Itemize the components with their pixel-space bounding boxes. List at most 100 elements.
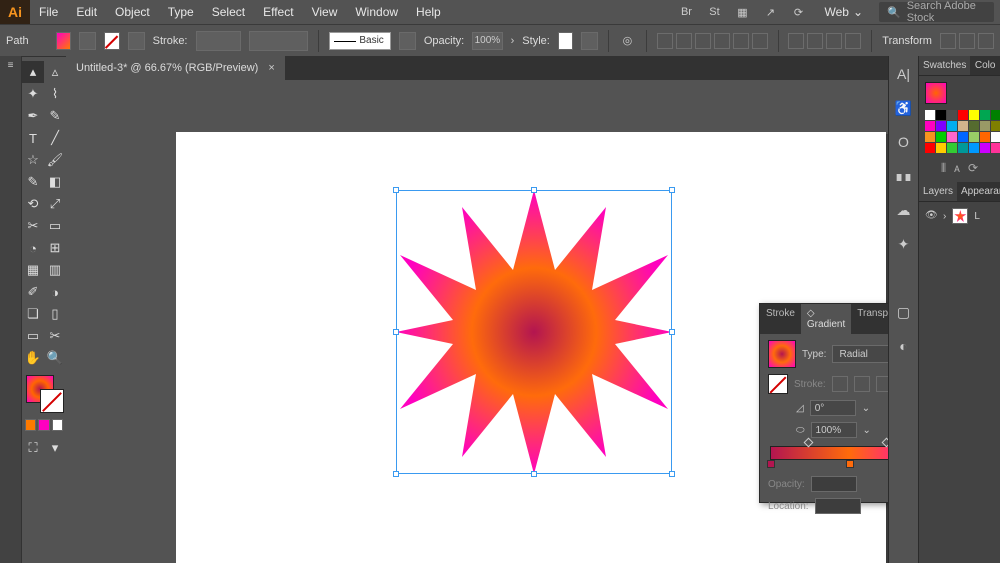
- color-mode-3[interactable]: [52, 419, 63, 431]
- layer-row[interactable]: 👁 › L: [919, 202, 1000, 230]
- swatch-cell[interactable]: [947, 110, 957, 120]
- color-panel-icon[interactable]: ◐: [894, 336, 914, 356]
- menu-view[interactable]: View: [303, 0, 347, 24]
- swatch-cell[interactable]: [991, 143, 1000, 153]
- dist-3-icon[interactable]: [826, 33, 842, 49]
- stroke-grad-2-icon[interactable]: [854, 376, 870, 392]
- angle-input[interactable]: 0°: [810, 400, 856, 416]
- layer-name[interactable]: L: [974, 211, 980, 222]
- transform-1-icon[interactable]: [940, 33, 956, 49]
- menu-edit[interactable]: Edit: [67, 0, 106, 24]
- swatch-cell[interactable]: [936, 132, 946, 142]
- rectangle-tool-icon[interactable]: ☆: [22, 149, 44, 171]
- selection-box[interactable]: [396, 190, 672, 474]
- swatch-cell[interactable]: [991, 110, 1000, 120]
- swatch-cell[interactable]: [958, 132, 968, 142]
- swatch-cell[interactable]: [980, 121, 990, 131]
- width-tool-icon[interactable]: ✂: [22, 215, 44, 237]
- change-screen-icon[interactable]: ▾: [44, 437, 66, 459]
- tab-transparency[interactable]: Transparen: [851, 304, 888, 334]
- tab-stroke[interactable]: Stroke: [760, 304, 801, 334]
- fill-stroke-control[interactable]: [24, 373, 64, 413]
- swatch-cell[interactable]: [969, 121, 979, 131]
- gradient-preview[interactable]: [768, 340, 796, 368]
- scale-tool-icon[interactable]: ⤢: [44, 193, 66, 215]
- swatch-cell[interactable]: [980, 143, 990, 153]
- gradient-stop-2[interactable]: [846, 460, 854, 468]
- swatch-cell[interactable]: [936, 110, 946, 120]
- free-transform-tool-icon[interactable]: ▭: [44, 215, 66, 237]
- stroke-grad-1-icon[interactable]: [832, 376, 848, 392]
- symbol-sprayer-tool-icon[interactable]: ❏: [22, 303, 44, 325]
- menu-object[interactable]: Object: [106, 0, 159, 24]
- tab-appearance[interactable]: Appearanc: [957, 182, 1000, 201]
- swatch-btn-2-icon[interactable]: ᴀ: [954, 161, 960, 176]
- eye-icon[interactable]: 👁: [925, 210, 937, 222]
- swatch-cell[interactable]: [958, 143, 968, 153]
- gradient-type-select[interactable]: Radial⌄: [832, 345, 888, 363]
- handle-bl[interactable]: [393, 471, 399, 477]
- swatches-panel-icon[interactable]: ▢: [894, 302, 914, 322]
- zoom-tool-icon[interactable]: 🔍: [44, 347, 66, 369]
- align-hcenter-icon[interactable]: [676, 33, 692, 49]
- swatch-cell[interactable]: [936, 121, 946, 131]
- document-tab[interactable]: Untitled-3* @ 66.67% (RGB/Preview) ×: [66, 56, 285, 80]
- swatch-cell[interactable]: [958, 110, 968, 120]
- fill-swatch[interactable]: [56, 32, 71, 50]
- color-mode-1[interactable]: [25, 419, 36, 431]
- symbols-panel-icon[interactable]: ✦: [894, 234, 914, 254]
- gradient-slider[interactable]: [770, 446, 888, 460]
- swatch-btn-3-icon[interactable]: ⟳: [968, 161, 978, 176]
- swatch-cell[interactable]: [969, 132, 979, 142]
- transform-label[interactable]: Transform: [882, 35, 932, 47]
- menu-window[interactable]: Window: [346, 0, 407, 24]
- slice-tool-icon[interactable]: ✂: [44, 325, 66, 347]
- gradient-stop-1[interactable]: [767, 460, 775, 468]
- screen-mode-icon[interactable]: ⛶: [22, 437, 44, 459]
- gradient-stroke-icon[interactable]: [768, 374, 788, 394]
- hand-tool-icon[interactable]: ✋: [22, 347, 44, 369]
- swatch-cell[interactable]: [947, 121, 957, 131]
- line-tool-icon[interactable]: ╱: [44, 127, 66, 149]
- menu-file[interactable]: File: [30, 0, 67, 24]
- direct-selection-tool-icon[interactable]: ▵: [44, 61, 66, 83]
- style-dropdown[interactable]: [581, 32, 598, 50]
- menu-select[interactable]: Select: [203, 0, 254, 24]
- brush-definition[interactable]: Basic: [329, 32, 391, 50]
- handle-tm[interactable]: [531, 187, 537, 193]
- toolbox-stroke-icon[interactable]: [40, 389, 64, 413]
- swatch-cell[interactable]: [969, 110, 979, 120]
- bridge-icon[interactable]: Br: [676, 2, 696, 22]
- type-tool-icon[interactable]: T: [22, 127, 44, 149]
- grad-location-input[interactable]: [815, 498, 861, 514]
- align-bottom-icon[interactable]: [752, 33, 768, 49]
- paragraph-panel-icon[interactable]: ♿: [894, 98, 914, 118]
- color-mode-2[interactable]: [38, 419, 49, 431]
- shape-builder-tool-icon[interactable]: ◔: [22, 237, 44, 259]
- perspective-tool-icon[interactable]: ⊞: [44, 237, 66, 259]
- current-swatch[interactable]: [925, 82, 947, 104]
- align-right-icon[interactable]: [695, 33, 711, 49]
- stock-icon[interactable]: St: [704, 2, 724, 22]
- align-panel-icon[interactable]: ∎∎: [894, 166, 914, 186]
- handle-lm[interactable]: [393, 329, 399, 335]
- paintbrush-tool-icon[interactable]: 🖌: [44, 149, 66, 171]
- handle-tr[interactable]: [669, 187, 675, 193]
- swatch-cell[interactable]: [980, 132, 990, 142]
- dist-4-icon[interactable]: [845, 33, 861, 49]
- swatch-cell[interactable]: [925, 143, 935, 153]
- transform-2-icon[interactable]: [959, 33, 975, 49]
- dist-1-icon[interactable]: [788, 33, 804, 49]
- handle-rm[interactable]: [669, 329, 675, 335]
- menu-type[interactable]: Type: [159, 0, 203, 24]
- gradient-panel[interactable]: Stroke ◇ Gradient Transparen ››≡ Type: R…: [759, 303, 888, 503]
- artboard-tool-icon[interactable]: ▭: [22, 325, 44, 347]
- tab-layers[interactable]: Layers: [919, 182, 957, 201]
- tab-swatches[interactable]: Swatches: [919, 56, 970, 75]
- sync-icon[interactable]: ⟳: [788, 2, 808, 22]
- transform-3-icon[interactable]: [978, 33, 994, 49]
- pen-tool-icon[interactable]: ✒: [22, 105, 44, 127]
- magic-wand-tool-icon[interactable]: ✦: [22, 83, 44, 105]
- swatch-cell[interactable]: [969, 143, 979, 153]
- grad-opacity-input[interactable]: [811, 476, 857, 492]
